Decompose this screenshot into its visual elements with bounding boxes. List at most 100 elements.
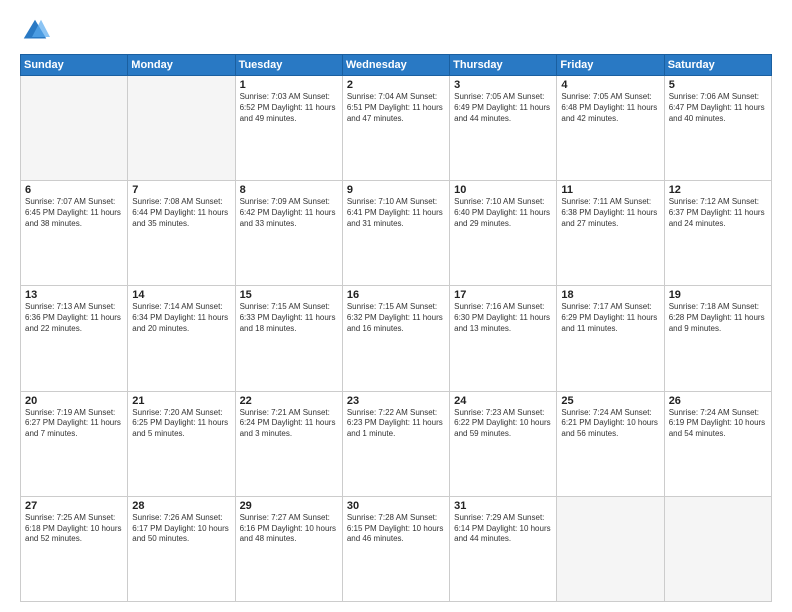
calendar-cell: 16Sunrise: 7:15 AM Sunset: 6:32 PM Dayli… (342, 286, 449, 391)
calendar-header-thursday: Thursday (450, 55, 557, 76)
day-info: Sunrise: 7:21 AM Sunset: 6:24 PM Dayligh… (240, 408, 338, 440)
calendar-week-4: 20Sunrise: 7:19 AM Sunset: 6:27 PM Dayli… (21, 391, 772, 496)
day-number: 23 (347, 395, 445, 407)
day-info: Sunrise: 7:29 AM Sunset: 6:14 PM Dayligh… (454, 513, 552, 545)
day-info: Sunrise: 7:23 AM Sunset: 6:22 PM Dayligh… (454, 408, 552, 440)
calendar-cell: 4Sunrise: 7:05 AM Sunset: 6:48 PM Daylig… (557, 76, 664, 181)
day-info: Sunrise: 7:16 AM Sunset: 6:30 PM Dayligh… (454, 302, 552, 334)
day-number: 20 (25, 395, 123, 407)
calendar-header-monday: Monday (128, 55, 235, 76)
day-info: Sunrise: 7:07 AM Sunset: 6:45 PM Dayligh… (25, 197, 123, 229)
day-number: 2 (347, 79, 445, 91)
day-info: Sunrise: 7:09 AM Sunset: 6:42 PM Dayligh… (240, 197, 338, 229)
calendar-cell (557, 496, 664, 601)
day-number: 22 (240, 395, 338, 407)
day-info: Sunrise: 7:20 AM Sunset: 6:25 PM Dayligh… (132, 408, 230, 440)
calendar-header-tuesday: Tuesday (235, 55, 342, 76)
day-number: 14 (132, 289, 230, 301)
logo (20, 16, 54, 46)
day-number: 12 (669, 184, 767, 196)
day-info: Sunrise: 7:08 AM Sunset: 6:44 PM Dayligh… (132, 197, 230, 229)
day-info: Sunrise: 7:11 AM Sunset: 6:38 PM Dayligh… (561, 197, 659, 229)
day-number: 21 (132, 395, 230, 407)
day-info: Sunrise: 7:06 AM Sunset: 6:47 PM Dayligh… (669, 92, 767, 124)
day-info: Sunrise: 7:13 AM Sunset: 6:36 PM Dayligh… (25, 302, 123, 334)
calendar-cell: 21Sunrise: 7:20 AM Sunset: 6:25 PM Dayli… (128, 391, 235, 496)
day-info: Sunrise: 7:10 AM Sunset: 6:40 PM Dayligh… (454, 197, 552, 229)
calendar-cell: 20Sunrise: 7:19 AM Sunset: 6:27 PM Dayli… (21, 391, 128, 496)
day-number: 30 (347, 500, 445, 512)
day-info: Sunrise: 7:25 AM Sunset: 6:18 PM Dayligh… (25, 513, 123, 545)
day-number: 26 (669, 395, 767, 407)
calendar-cell: 10Sunrise: 7:10 AM Sunset: 6:40 PM Dayli… (450, 181, 557, 286)
day-info: Sunrise: 7:15 AM Sunset: 6:32 PM Dayligh… (347, 302, 445, 334)
calendar-cell: 13Sunrise: 7:13 AM Sunset: 6:36 PM Dayli… (21, 286, 128, 391)
calendar-cell: 14Sunrise: 7:14 AM Sunset: 6:34 PM Dayli… (128, 286, 235, 391)
logo-icon (20, 16, 50, 46)
calendar-header-friday: Friday (557, 55, 664, 76)
calendar-cell: 27Sunrise: 7:25 AM Sunset: 6:18 PM Dayli… (21, 496, 128, 601)
day-info: Sunrise: 7:12 AM Sunset: 6:37 PM Dayligh… (669, 197, 767, 229)
calendar-cell: 5Sunrise: 7:06 AM Sunset: 6:47 PM Daylig… (664, 76, 771, 181)
day-info: Sunrise: 7:28 AM Sunset: 6:15 PM Dayligh… (347, 513, 445, 545)
day-info: Sunrise: 7:10 AM Sunset: 6:41 PM Dayligh… (347, 197, 445, 229)
day-info: Sunrise: 7:05 AM Sunset: 6:49 PM Dayligh… (454, 92, 552, 124)
calendar-header-wednesday: Wednesday (342, 55, 449, 76)
day-info: Sunrise: 7:19 AM Sunset: 6:27 PM Dayligh… (25, 408, 123, 440)
calendar-cell: 8Sunrise: 7:09 AM Sunset: 6:42 PM Daylig… (235, 181, 342, 286)
page: SundayMondayTuesdayWednesdayThursdayFrid… (0, 0, 792, 612)
calendar-cell: 19Sunrise: 7:18 AM Sunset: 6:28 PM Dayli… (664, 286, 771, 391)
calendar-cell: 3Sunrise: 7:05 AM Sunset: 6:49 PM Daylig… (450, 76, 557, 181)
calendar-cell: 9Sunrise: 7:10 AM Sunset: 6:41 PM Daylig… (342, 181, 449, 286)
calendar-header-saturday: Saturday (664, 55, 771, 76)
calendar-cell: 22Sunrise: 7:21 AM Sunset: 6:24 PM Dayli… (235, 391, 342, 496)
day-number: 31 (454, 500, 552, 512)
day-number: 1 (240, 79, 338, 91)
day-number: 19 (669, 289, 767, 301)
calendar-cell: 18Sunrise: 7:17 AM Sunset: 6:29 PM Dayli… (557, 286, 664, 391)
calendar-cell: 23Sunrise: 7:22 AM Sunset: 6:23 PM Dayli… (342, 391, 449, 496)
calendar-cell: 6Sunrise: 7:07 AM Sunset: 6:45 PM Daylig… (21, 181, 128, 286)
day-number: 4 (561, 79, 659, 91)
calendar-week-2: 6Sunrise: 7:07 AM Sunset: 6:45 PM Daylig… (21, 181, 772, 286)
day-info: Sunrise: 7:18 AM Sunset: 6:28 PM Dayligh… (669, 302, 767, 334)
day-info: Sunrise: 7:03 AM Sunset: 6:52 PM Dayligh… (240, 92, 338, 124)
calendar-week-5: 27Sunrise: 7:25 AM Sunset: 6:18 PM Dayli… (21, 496, 772, 601)
day-number: 3 (454, 79, 552, 91)
calendar-cell: 15Sunrise: 7:15 AM Sunset: 6:33 PM Dayli… (235, 286, 342, 391)
day-info: Sunrise: 7:14 AM Sunset: 6:34 PM Dayligh… (132, 302, 230, 334)
day-number: 11 (561, 184, 659, 196)
calendar-cell: 30Sunrise: 7:28 AM Sunset: 6:15 PM Dayli… (342, 496, 449, 601)
day-number: 6 (25, 184, 123, 196)
day-info: Sunrise: 7:17 AM Sunset: 6:29 PM Dayligh… (561, 302, 659, 334)
day-number: 8 (240, 184, 338, 196)
calendar-cell: 31Sunrise: 7:29 AM Sunset: 6:14 PM Dayli… (450, 496, 557, 601)
day-number: 13 (25, 289, 123, 301)
calendar-cell: 12Sunrise: 7:12 AM Sunset: 6:37 PM Dayli… (664, 181, 771, 286)
calendar-cell: 28Sunrise: 7:26 AM Sunset: 6:17 PM Dayli… (128, 496, 235, 601)
day-number: 5 (669, 79, 767, 91)
day-info: Sunrise: 7:05 AM Sunset: 6:48 PM Dayligh… (561, 92, 659, 124)
day-number: 10 (454, 184, 552, 196)
day-info: Sunrise: 7:27 AM Sunset: 6:16 PM Dayligh… (240, 513, 338, 545)
calendar-cell: 11Sunrise: 7:11 AM Sunset: 6:38 PM Dayli… (557, 181, 664, 286)
header (20, 16, 772, 46)
day-number: 25 (561, 395, 659, 407)
day-number: 28 (132, 500, 230, 512)
calendar-cell (128, 76, 235, 181)
calendar-cell: 26Sunrise: 7:24 AM Sunset: 6:19 PM Dayli… (664, 391, 771, 496)
calendar-cell: 24Sunrise: 7:23 AM Sunset: 6:22 PM Dayli… (450, 391, 557, 496)
calendar-cell: 2Sunrise: 7:04 AM Sunset: 6:51 PM Daylig… (342, 76, 449, 181)
day-info: Sunrise: 7:26 AM Sunset: 6:17 PM Dayligh… (132, 513, 230, 545)
calendar-cell: 7Sunrise: 7:08 AM Sunset: 6:44 PM Daylig… (128, 181, 235, 286)
calendar-cell: 25Sunrise: 7:24 AM Sunset: 6:21 PM Dayli… (557, 391, 664, 496)
calendar-header-sunday: Sunday (21, 55, 128, 76)
day-number: 18 (561, 289, 659, 301)
day-number: 9 (347, 184, 445, 196)
day-number: 15 (240, 289, 338, 301)
day-info: Sunrise: 7:22 AM Sunset: 6:23 PM Dayligh… (347, 408, 445, 440)
day-number: 24 (454, 395, 552, 407)
calendar-week-1: 1Sunrise: 7:03 AM Sunset: 6:52 PM Daylig… (21, 76, 772, 181)
calendar-header-row: SundayMondayTuesdayWednesdayThursdayFrid… (21, 55, 772, 76)
calendar-cell: 29Sunrise: 7:27 AM Sunset: 6:16 PM Dayli… (235, 496, 342, 601)
